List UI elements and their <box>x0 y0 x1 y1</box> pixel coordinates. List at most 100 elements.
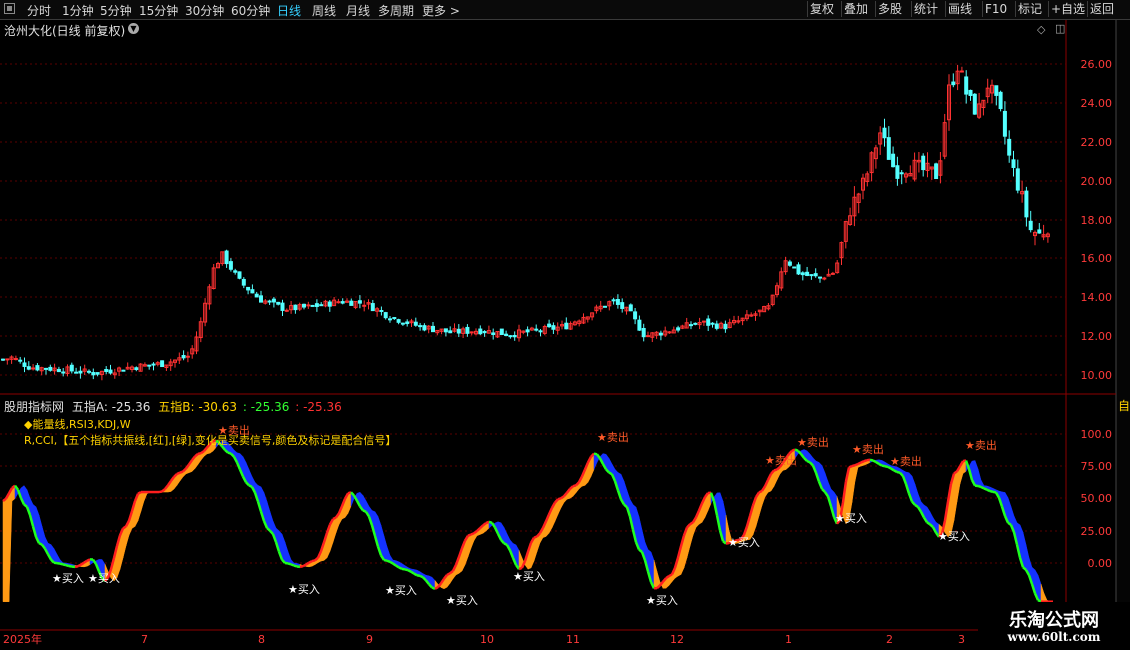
indicator-axis-ticks: 100.0 75.00 50.00 25.00 0.00 <box>1081 428 1113 570</box>
candle-body <box>18 359 23 362</box>
ribbon-segment <box>347 491 352 514</box>
price-axis-ticks: 26.00 24.00 22.00 20.00 18.00 16.00 14.0… <box>1081 58 1113 382</box>
ribbon-segment <box>653 560 658 589</box>
ribbon-segment <box>140 491 145 512</box>
resonance-line-segment <box>884 465 889 469</box>
candle-body <box>224 250 229 265</box>
resonance-line-segment <box>416 574 421 578</box>
candle-body <box>185 355 190 358</box>
ribbon-segment <box>38 514 43 545</box>
resonance-line-segment <box>197 451 202 456</box>
candle-body <box>237 271 242 279</box>
candle-body <box>998 91 1003 110</box>
right-sidebar <box>1116 20 1130 630</box>
candle-body <box>44 367 48 370</box>
resonance-line-segment <box>533 535 538 539</box>
ribbon-segment <box>143 491 148 502</box>
ribbon-segment <box>1022 532 1027 571</box>
ribbon-segment <box>332 517 337 543</box>
resonance-line-segment <box>389 560 394 565</box>
price-tick: 14.00 <box>1081 291 1113 304</box>
candle-body <box>525 329 530 333</box>
candle-body <box>233 270 238 273</box>
resonance-line-segment <box>758 489 763 494</box>
resonance-line-segment <box>59 562 64 566</box>
ribbon-segment <box>758 490 763 516</box>
resonance-line-segment <box>74 565 79 569</box>
candle-body <box>400 322 405 325</box>
buy-signal: ★买入 <box>728 536 760 549</box>
watermark-url: www.60lt.com <box>1007 630 1101 644</box>
candle-body <box>314 303 319 307</box>
price-tick: 22.00 <box>1081 136 1113 149</box>
candle-body <box>633 311 638 320</box>
candle-body <box>241 278 246 286</box>
indicator-tick: 25.00 <box>1081 525 1113 538</box>
resonance-line-segment <box>80 561 85 566</box>
candle-body <box>327 301 332 307</box>
resonance-line-segment <box>62 563 67 567</box>
candle-body <box>504 333 509 337</box>
candle-body <box>56 368 61 373</box>
candle-body <box>693 322 698 325</box>
candle-body <box>310 304 315 307</box>
ribbon-segment <box>593 453 598 470</box>
right-panel-label: 自 <box>1118 399 1130 413</box>
ribbon-segment <box>137 491 142 521</box>
date-label: 7 <box>141 633 148 646</box>
sell-signal: ★卖出 <box>765 453 797 467</box>
indicator-tick: 100.0 <box>1081 428 1113 441</box>
candle-body <box>818 276 822 279</box>
resonance-line-segment <box>65 564 70 568</box>
candle-body <box>69 364 74 372</box>
resonance-line-segment <box>305 561 310 566</box>
candle-body <box>306 304 311 307</box>
candle-body <box>796 264 801 275</box>
candle-body <box>620 302 625 309</box>
candle-body <box>431 325 435 333</box>
resonance-line-segment <box>1007 521 1012 526</box>
resonance-line-segment <box>77 563 82 568</box>
candle-body <box>628 304 633 312</box>
candle-body <box>830 272 835 275</box>
candle-body <box>13 358 18 361</box>
resonance-line-segment <box>410 570 415 575</box>
sell-signal: ★卖出 <box>890 454 922 468</box>
candle-body <box>921 155 926 171</box>
candle-body <box>899 172 904 175</box>
trade-signals: ★买入 ★买入★买入 ★买入★买入★买入★买入★买入★买入★买入★卖出★卖出★卖出★… <box>52 423 997 607</box>
candle-body <box>512 334 517 338</box>
resonance-line-segment <box>992 490 997 494</box>
resonance-line-segment <box>467 533 472 537</box>
resonance-line-segment <box>311 559 316 563</box>
candle-body <box>813 273 818 277</box>
candlesticks <box>1 64 1050 381</box>
watermark: 乐淘公式网 www.60lt.com <box>978 602 1130 650</box>
buy-signal: ★买入 <box>938 530 970 543</box>
ribbon-segment <box>707 492 712 511</box>
price-tick: 12.00 <box>1081 330 1113 343</box>
candle-body <box>689 324 693 327</box>
candle-body <box>383 312 388 319</box>
resonance-line-segment <box>860 460 865 464</box>
candle-body <box>951 81 956 86</box>
resonance-line-segment <box>386 559 391 563</box>
candle-body <box>710 322 715 325</box>
price-tick: 20.00 <box>1081 175 1113 188</box>
indicator-name[interactable]: 股朋指标网 <box>4 400 64 414</box>
candle-body <box>5 358 10 361</box>
resonance-line-segment <box>38 542 43 546</box>
resonance-line-segment <box>665 575 670 580</box>
price-tick: 26.00 <box>1081 58 1113 71</box>
resonance-line-segment <box>875 461 880 466</box>
ribbon-segment <box>953 470 958 521</box>
indicator-tick: 0.00 <box>1088 557 1113 570</box>
resonance-line-segment <box>560 495 565 500</box>
indicator-label-a: 五指A: <box>71 400 108 414</box>
resonance-line-segment <box>470 532 475 536</box>
resonance-line-segment <box>989 489 994 494</box>
resonance-line-segment <box>986 488 991 493</box>
resonance-line-segment <box>878 462 883 467</box>
resonance-line-segment <box>122 525 127 530</box>
indicator-tick: 75.00 <box>1081 460 1113 473</box>
